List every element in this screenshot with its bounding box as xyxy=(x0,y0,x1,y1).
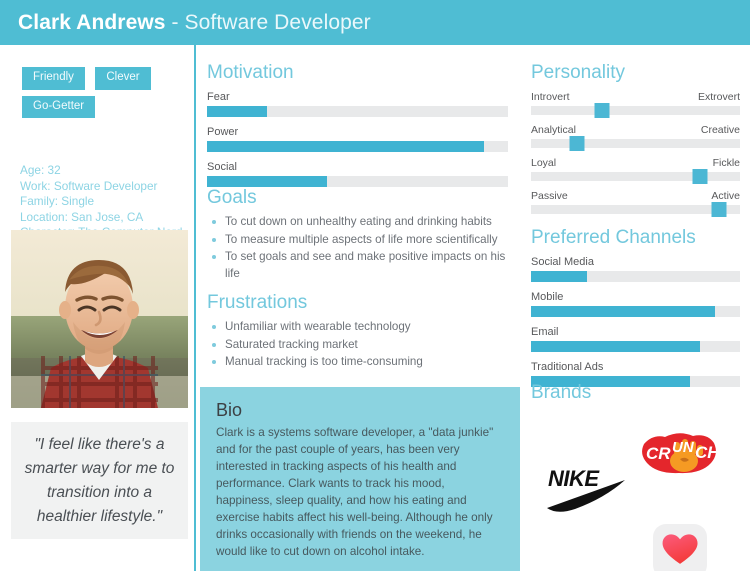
personality-handle[interactable] xyxy=(569,136,585,151)
bio-panel: Bio Clark is a systems software develope… xyxy=(200,387,520,571)
personality-handle[interactable] xyxy=(594,103,610,118)
personality-label-right: Extrovert xyxy=(697,91,740,103)
channel-row-email: Email xyxy=(531,326,740,352)
channel-label-traditional-ads: Traditional Ads xyxy=(531,361,604,373)
channel-label-email: Email xyxy=(531,326,559,338)
left-sidebar: Friendly Clever Go-Getter Age: 32 Work: … xyxy=(0,45,196,571)
frustrations-title: Frustrations xyxy=(207,292,308,313)
channels-title: Preferred Channels xyxy=(531,227,696,248)
trait-tag-go-getter[interactable]: Go-Getter xyxy=(22,95,96,118)
fact-work: Work: Software Developer xyxy=(20,178,158,193)
list-item: To set goals and see and make positive i… xyxy=(207,249,507,282)
right-column: Personality Introvert Extrovert Analytic… xyxy=(520,45,750,571)
personality-track[interactable] xyxy=(531,103,740,118)
svg-text:CH: CH xyxy=(695,443,719,462)
channel-fill-email xyxy=(531,341,701,352)
personality-track[interactable] xyxy=(531,202,740,217)
motivation-fill-fear xyxy=(207,106,268,117)
channel-track-social-media xyxy=(531,271,740,282)
motivation-row-social: Social xyxy=(207,161,510,187)
fact-family: Family: Single xyxy=(20,194,95,208)
motivation-label-power: Power xyxy=(207,126,239,138)
quote-text: "I feel like there's a smarter way for m… xyxy=(24,435,175,525)
personality-label-right: Fickle xyxy=(712,157,740,169)
personality-row-analytical-creative: Analytical Creative xyxy=(531,124,740,151)
bio-title: Bio xyxy=(216,400,243,420)
bio-text: Clark is a systems software developer, a… xyxy=(216,425,494,558)
motivation-title: Motivation xyxy=(207,62,294,83)
goals-section: Goals To cut down on unhealthy eating an… xyxy=(207,188,507,283)
list-item: Saturated tracking market xyxy=(207,337,507,354)
brands-title: Brands xyxy=(531,382,592,403)
motivation-section: Motivation Fear Power Social xyxy=(207,63,510,187)
channel-track-email xyxy=(531,341,740,352)
personality-section: Personality Introvert Extrovert Analytic… xyxy=(531,62,740,217)
persona-name: Clark Andrews xyxy=(18,10,166,34)
preferred-channels-section: Preferred Channels Social Media Mobile E… xyxy=(531,228,740,387)
svg-text:NIKE: NIKE xyxy=(548,466,600,491)
motivation-track-social xyxy=(207,176,508,187)
page-title: Clark Andrews - Software Developer xyxy=(18,11,371,35)
channel-label-mobile: Mobile xyxy=(531,291,564,303)
persona-infographic: Clark Andrews - Software Developer Frien… xyxy=(0,0,750,571)
persona-quote: "I feel like there's a smarter way for m… xyxy=(11,422,188,539)
personality-label-left: Passive xyxy=(531,190,568,202)
personality-handle[interactable] xyxy=(711,202,727,217)
channel-fill-mobile xyxy=(531,306,715,317)
channel-track-mobile xyxy=(531,306,740,317)
channel-fill-social-media xyxy=(531,271,588,282)
svg-text:UN: UN xyxy=(672,439,695,456)
trait-tag-friendly[interactable]: Friendly xyxy=(22,67,85,90)
personality-row-loyal-fickle: Loyal Fickle xyxy=(531,157,740,184)
motivation-track-power xyxy=(207,141,508,152)
persona-role: Software Developer xyxy=(184,10,371,34)
brands-section: Brands NIKE CR UN CH xyxy=(531,383,746,571)
personality-handle[interactable] xyxy=(692,169,708,184)
personality-row-introvert-extrovert: Introvert Extrovert xyxy=(531,91,740,118)
list-item: Unfamiliar with wearable technology xyxy=(207,319,507,336)
apple-health-logo xyxy=(653,524,707,571)
trait-tag-clever[interactable]: Clever xyxy=(95,67,151,90)
middle-column: Motivation Fear Power Social Goals To cu… xyxy=(198,45,520,571)
persona-facts: Age: 32 Work: Software Developer Family:… xyxy=(20,163,195,241)
motivation-row-power: Power xyxy=(207,126,510,152)
trait-tag-list: Friendly Clever Go-Getter xyxy=(22,67,182,124)
personality-label-left: Introvert xyxy=(531,91,570,103)
personality-track[interactable] xyxy=(531,136,740,151)
list-item: To cut down on unhealthy eating and drin… xyxy=(207,214,507,231)
fact-location: Location: San Jose, CA xyxy=(20,209,144,224)
personality-track[interactable] xyxy=(531,169,740,184)
channel-row-social-media: Social Media xyxy=(531,256,740,282)
avatar xyxy=(11,230,188,408)
nike-logo: NIKE xyxy=(545,464,631,512)
channel-row-mobile: Mobile xyxy=(531,291,740,317)
svg-text:CR: CR xyxy=(646,444,671,463)
motivation-label-fear: Fear xyxy=(207,91,230,103)
motivation-label-social: Social xyxy=(207,161,237,173)
header-bar: Clark Andrews - Software Developer xyxy=(0,0,750,45)
list-item: Manual tracking is too time-consuming xyxy=(207,354,507,371)
personality-row-passive-active: Passive Active xyxy=(531,190,740,217)
brand-logo-list: NIKE CR UN CH xyxy=(531,412,746,571)
channel-label-social-media: Social Media xyxy=(531,256,594,268)
motivation-track-fear xyxy=(207,106,508,117)
personality-label-right: Creative xyxy=(700,124,740,136)
motivation-fill-social xyxy=(207,176,328,187)
crunch-fitness-logo: CR UN CH xyxy=(639,430,719,478)
goals-list: To cut down on unhealthy eating and drin… xyxy=(207,214,507,282)
motivation-row-fear: Fear xyxy=(207,91,510,117)
list-item: To measure multiple aspects of life more… xyxy=(207,232,507,249)
personality-label-left: Loyal xyxy=(531,157,557,169)
title-separator: - xyxy=(165,10,185,34)
fact-age: Age: 32 xyxy=(20,163,61,177)
frustrations-list: Unfamiliar with wearable technology Satu… xyxy=(207,319,507,371)
goals-title: Goals xyxy=(207,187,257,208)
frustrations-section: Frustrations Unfamiliar with wearable te… xyxy=(207,293,507,372)
personality-title: Personality xyxy=(531,62,625,83)
motivation-fill-power xyxy=(207,141,484,152)
